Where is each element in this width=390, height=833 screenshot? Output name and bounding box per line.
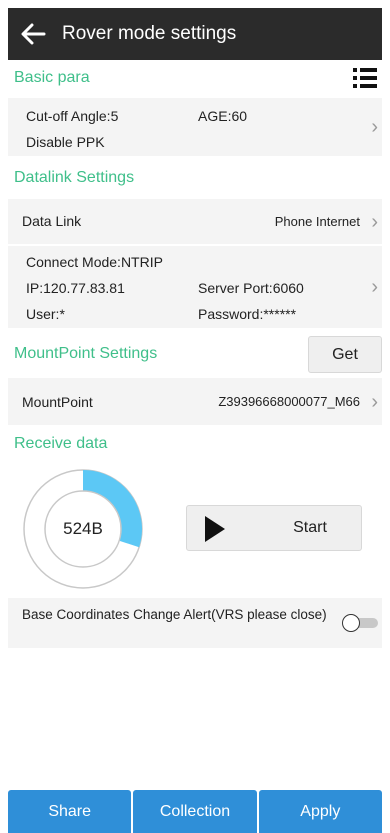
alert-label: Base Coordinates Change Alert(VRS please… bbox=[22, 607, 327, 622]
start-button[interactable]: Start bbox=[186, 505, 362, 551]
mountpoint-row[interactable]: MountPoint Z39396668000077_M66 › bbox=[8, 378, 382, 425]
chevron-right-icon: › bbox=[371, 390, 378, 413]
chevron-right-icon: › bbox=[371, 276, 378, 298]
page-title: Rover mode settings bbox=[62, 23, 237, 44]
start-label: Start bbox=[293, 519, 327, 536]
toggle-knob bbox=[342, 614, 360, 632]
list-menu-icon bbox=[353, 68, 377, 88]
server-port: Server Port:6060 bbox=[198, 280, 304, 296]
received-bytes: 524B bbox=[63, 519, 103, 538]
collection-button[interactable]: Collection bbox=[133, 790, 257, 833]
share-button[interactable]: Share bbox=[8, 790, 132, 833]
section-title-receive: Receive data bbox=[14, 435, 108, 452]
bottom-action-bar: Share Collection Apply bbox=[8, 790, 382, 833]
password: Password:****** bbox=[198, 306, 297, 322]
section-datalink: Datalink Settings bbox=[8, 160, 382, 196]
alert-toggle[interactable] bbox=[342, 614, 378, 632]
section-title-basic: Basic para bbox=[14, 69, 90, 86]
top-bar: Rover mode settings bbox=[8, 8, 382, 60]
user: User:* bbox=[26, 306, 65, 322]
section-receive-data: Receive data bbox=[8, 426, 382, 462]
back-arrow-icon bbox=[21, 23, 46, 45]
data-link-row[interactable]: Data Link Phone Internet › bbox=[8, 199, 382, 244]
mountpoint-label: MountPoint bbox=[22, 394, 93, 410]
data-link-label: Data Link bbox=[22, 213, 82, 229]
base-change-alert-row: Base Coordinates Change Alert(VRS please… bbox=[8, 598, 382, 648]
section-title-datalink: Datalink Settings bbox=[14, 169, 135, 186]
ntrip-settings-row[interactable]: Connect Mode:NTRIP IP:120.77.83.81 Serve… bbox=[8, 246, 382, 328]
connect-mode: Connect Mode:NTRIP bbox=[26, 254, 163, 270]
get-mountpoint-button[interactable]: Get bbox=[308, 336, 382, 373]
section-basic-para: Basic para bbox=[8, 60, 382, 96]
basic-para-row[interactable]: Cut-off Angle:5 AGE:60 Disable PPK › bbox=[8, 98, 382, 156]
menu-button[interactable] bbox=[348, 60, 382, 96]
section-title-mountpoint: MountPoint Settings bbox=[14, 345, 158, 362]
chevron-right-icon: › bbox=[371, 210, 378, 233]
apply-button[interactable]: Apply bbox=[258, 790, 382, 833]
age-value: AGE:60 bbox=[198, 108, 248, 124]
cutoff-angle: Cut-off Angle:5 bbox=[26, 108, 119, 124]
chevron-right-icon: › bbox=[371, 116, 378, 138]
back-button[interactable] bbox=[8, 8, 58, 60]
data-link-value: Phone Internet bbox=[274, 214, 360, 229]
mountpoint-value: Z39396668000077_M66 bbox=[218, 394, 360, 409]
ppk-status: Disable PPK bbox=[26, 134, 105, 150]
ip-address: IP:120.77.83.81 bbox=[26, 280, 125, 296]
play-icon bbox=[205, 516, 225, 542]
